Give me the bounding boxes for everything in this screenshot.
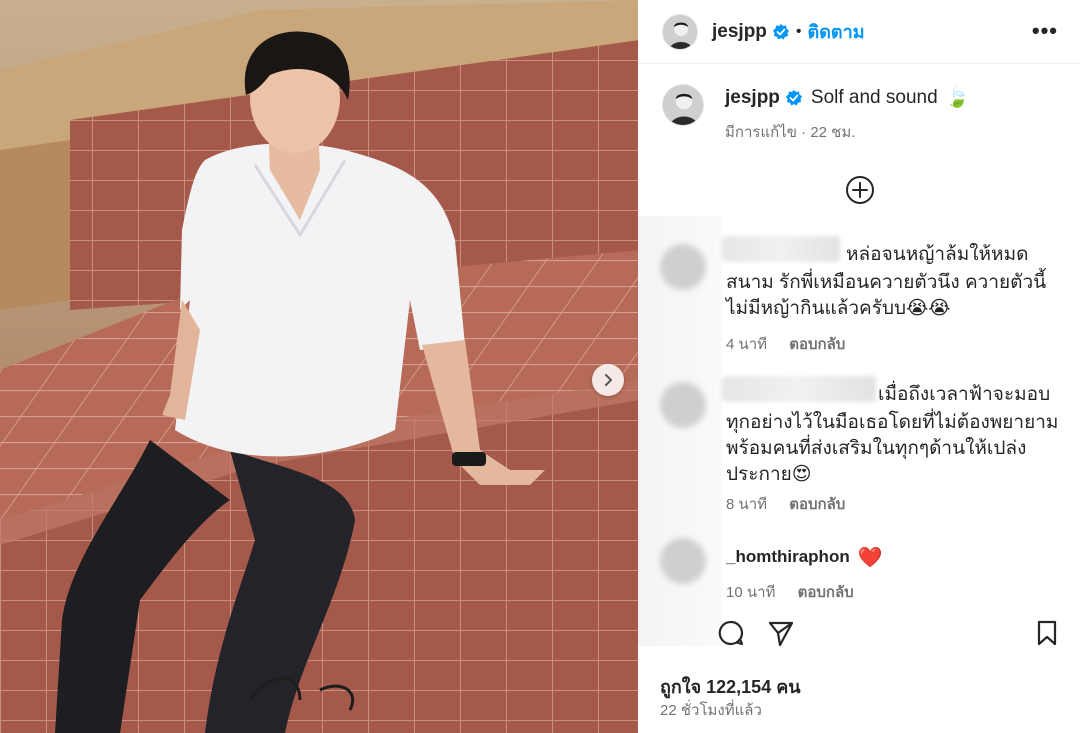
follow-button[interactable]: ติดตาม bbox=[808, 17, 865, 46]
separator-dot: • bbox=[795, 22, 802, 40]
post-photo[interactable] bbox=[0, 0, 638, 733]
comment-time: 8 นาที bbox=[726, 496, 768, 513]
reply-button[interactable]: ตอบกลับ bbox=[798, 584, 854, 601]
likes-count[interactable]: ถูกใจ 122,154 คน bbox=[660, 672, 801, 701]
comment-time: 4 นาที bbox=[726, 336, 768, 353]
more-icon[interactable]: ••• bbox=[1032, 18, 1058, 44]
comment-time: 10 นาที bbox=[726, 584, 776, 601]
action-bar bbox=[638, 612, 1080, 656]
comment-text-line1: หล่อจนหญ้าล้มให้หมด bbox=[846, 244, 1029, 265]
post-image bbox=[0, 0, 638, 733]
comment-text: เมื่อถึงเวลาฟ้าจะมอบ ทุกอย่างไว้ในมือเธอ… bbox=[726, 382, 1066, 488]
add-circle-icon bbox=[846, 176, 874, 204]
caption-author-avatar[interactable] bbox=[662, 84, 704, 126]
post-time: 22 ชั่วโมงที่แล้ว bbox=[660, 702, 762, 719]
leaf-emoji: 🍃 bbox=[945, 87, 970, 109]
comment-icon[interactable] bbox=[716, 618, 746, 648]
comment-text: หล่อจนหญ้าล้มให้หมด สนาม รักพี่เหมือนควา… bbox=[726, 242, 1066, 322]
comment-meta: 4 นาที ตอบกลับ bbox=[726, 332, 863, 356]
author-avatar[interactable] bbox=[662, 13, 698, 50]
avatar-image bbox=[663, 85, 703, 125]
verified-badge-icon bbox=[785, 89, 803, 107]
next-image-button[interactable] bbox=[592, 364, 624, 396]
caption-meta: มีการแก้ไข · 22 ชม. bbox=[725, 124, 856, 141]
avatar-image bbox=[663, 14, 697, 49]
heart-emoji: ❤️ bbox=[857, 545, 883, 569]
load-more-comments-button[interactable] bbox=[844, 174, 876, 206]
caption-line: jesjpp Solf and sound 🍃 bbox=[725, 86, 970, 110]
comment-avatar[interactable] bbox=[660, 244, 706, 290]
author-username[interactable]: jesjpp bbox=[712, 21, 767, 43]
comment-text-rest: ทุกอย่างไว้ในมือเธอโดยที่ไม่ต้องพยายามพร… bbox=[726, 412, 1059, 485]
chevron-right-icon bbox=[605, 374, 612, 386]
reply-button[interactable]: ตอบกลับ bbox=[789, 496, 845, 513]
post-header: jesjpp • ติดตาม ••• bbox=[638, 0, 1080, 64]
share-icon[interactable] bbox=[766, 618, 796, 648]
comment-text-rest: สนาม รักพี่เหมือนควายตัวนึง ควายตัวนี้ไม… bbox=[726, 272, 1047, 319]
caption-username[interactable]: jesjpp bbox=[725, 87, 780, 109]
comment-avatar[interactable] bbox=[660, 538, 706, 584]
comment-avatar[interactable] bbox=[660, 382, 706, 428]
bookmark-icon[interactable] bbox=[1032, 618, 1062, 648]
comment-text-line1: เมื่อถึงเวลาฟ้าจะมอบ bbox=[878, 384, 1051, 405]
comment-text: _homthiraphon ❤️ bbox=[726, 544, 1066, 570]
comment-username[interactable]: _homthiraphon bbox=[726, 544, 850, 570]
reply-button[interactable]: ตอบกลับ bbox=[789, 336, 845, 353]
comment-meta: 10 นาที ตอบกลับ bbox=[726, 580, 872, 604]
post-sidebar: jesjpp • ติดตาม ••• jesjpp Solf and soun… bbox=[638, 0, 1080, 733]
comment-meta: 8 นาที ตอบกลับ bbox=[726, 492, 863, 516]
caption-text: Solf and sound bbox=[810, 86, 938, 108]
verified-badge-icon bbox=[772, 23, 790, 41]
